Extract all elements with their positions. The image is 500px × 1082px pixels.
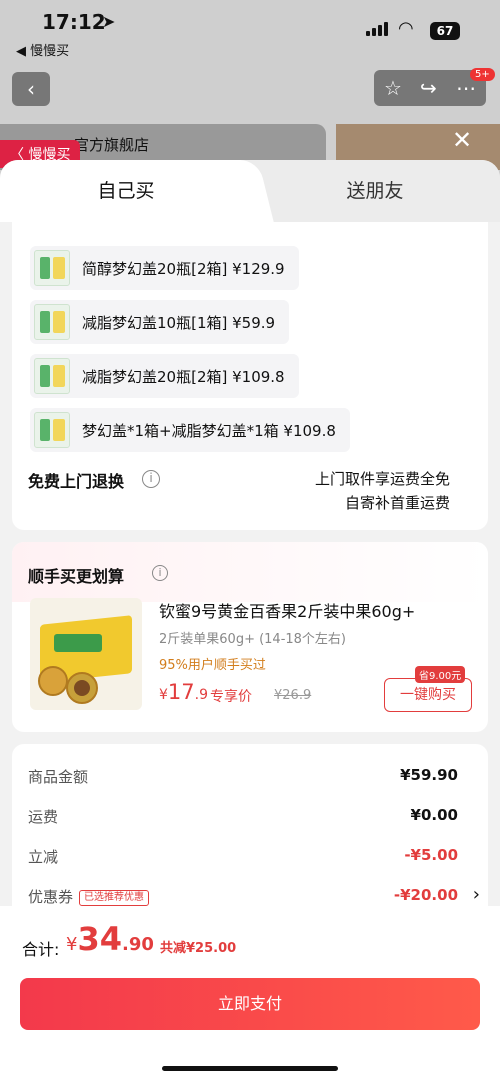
tab-bar: 自己买 送朋友 — [0, 160, 500, 222]
return-title: 免费上门退换 — [28, 472, 125, 491]
back-to-app-link[interactable]: ◀ 慢慢买 — [16, 40, 69, 59]
save-badge: 省9.00元 — [415, 666, 466, 683]
back-button[interactable]: ‹ — [12, 72, 50, 106]
addon-product-image[interactable] — [30, 598, 142, 710]
star-icon[interactable]: ☆ — [384, 76, 402, 100]
tab-gift-friend[interactable]: 送朋友 — [270, 160, 480, 222]
wifi-icon: ◠ — [398, 18, 414, 39]
addon-product-spec: 2斤装单果60g+ (14-18个左右) — [159, 632, 347, 647]
status-bar: 17:12 ➤ ◠ 67 — [0, 0, 500, 44]
pay-now-button[interactable]: 立即支付 — [20, 978, 480, 1030]
currency: ¥ — [159, 687, 168, 703]
option-label: 简醇梦幻盖20瓶[2箱] ¥129.9 — [82, 259, 285, 278]
location-arrow-icon: ➤ — [102, 12, 116, 31]
close-icon[interactable]: ✕ — [452, 126, 472, 154]
summary-label: 立减 — [28, 848, 59, 866]
exclusive-label: 专享价 — [210, 689, 252, 705]
info-icon[interactable]: i — [142, 470, 160, 488]
option-label: 梦幻盖*1箱+减脂梦幻盖*1箱 ¥109.8 — [82, 421, 336, 440]
addon-popularity: 95%用户顺手买过 — [159, 658, 266, 673]
share-icon[interactable]: ↪ — [420, 76, 437, 100]
options-card: 简醇梦幻盖20瓶[2箱] ¥129.9 减脂梦幻盖10瓶[1箱] ¥59.9 减… — [12, 222, 488, 530]
price-summary-card: 商品金额 ¥59.90 运费 ¥0.00 立减 -¥5.00 优惠券 已选推荐优惠 -¥2… — [12, 744, 488, 924]
tab-label: 送朋友 — [346, 180, 404, 202]
product-thumb — [34, 250, 70, 286]
coupon-tag: 已选推荐优惠 — [79, 889, 150, 906]
total-label: 合计: — [22, 940, 60, 959]
tab-self-buy[interactable]: 自己买 — [0, 160, 252, 222]
tab-label: 自己买 — [97, 180, 155, 202]
summary-row-coupon[interactable]: 优惠券 已选推荐优惠 -¥20.00 › — [28, 884, 480, 907]
addon-product-name[interactable]: 钦蜜9号黄金百香果2斤装中果60g+ — [159, 598, 415, 622]
fruit-shape — [38, 666, 68, 696]
option-label: 减脂梦幻盖20瓶[2箱] ¥109.8 — [82, 367, 285, 386]
option-chip[interactable]: 梦幻盖*1箱+减脂梦幻盖*1箱 ¥109.8 — [30, 408, 350, 452]
checkout-bar: 合计: ¥34.90 共减¥25.00 立即支付 — [0, 906, 500, 1082]
summary-value: -¥5.00 — [404, 846, 458, 864]
summary-label: 优惠券 — [28, 888, 74, 906]
option-chip[interactable]: 减脂梦幻盖20瓶[2箱] ¥109.8 — [30, 354, 299, 398]
product-thumb — [34, 412, 70, 448]
option-chip[interactable]: 减脂梦幻盖10瓶[1箱] ¥59.9 — [30, 300, 290, 344]
summary-label: 运费 — [28, 808, 59, 826]
price-decimal: .9 — [194, 687, 209, 703]
return-line-2: 自寄补首重运费 — [344, 494, 450, 512]
summary-row-goods: 商品金额 ¥59.90 — [28, 766, 458, 787]
currency: ¥ — [66, 934, 78, 955]
price-integer: 17 — [167, 680, 195, 704]
total-savings: 共减¥25.00 — [160, 941, 237, 956]
summary-row-discount: 立减 -¥5.00 — [28, 846, 458, 867]
summary-row-shipping: 运费 ¥0.00 — [28, 806, 458, 827]
fruit-half-shape — [66, 672, 98, 704]
summary-value: ¥0.00 — [410, 806, 458, 824]
chevron-right-icon[interactable]: › — [473, 884, 480, 905]
notification-badge: 5+ — [470, 68, 495, 81]
store-name: 官方旗舰店 — [74, 136, 150, 154]
original-price: ¥26.9 — [274, 688, 312, 703]
fruit-box-label — [54, 634, 102, 652]
info-icon[interactable]: i — [152, 565, 168, 581]
signal-icon — [366, 22, 388, 36]
product-thumb — [34, 304, 70, 340]
addon-title: 顺手买更划算 — [28, 567, 125, 586]
summary-label: 商品金额 — [28, 768, 89, 786]
total-integer: 34 — [77, 920, 122, 958]
battery-icon: 67 — [430, 22, 460, 40]
status-time: 17:12 — [42, 10, 106, 34]
total-amount: ¥34.90 — [66, 920, 154, 958]
option-label: 减脂梦幻盖10瓶[1箱] ¥59.9 — [82, 313, 276, 332]
home-indicator[interactable] — [162, 1066, 338, 1071]
summary-value: ¥59.90 — [400, 766, 458, 784]
addon-price: ¥17.9 — [159, 680, 208, 704]
one-click-buy-button[interactable]: 一键购买 — [384, 678, 472, 712]
return-line-1: 上门取件享运费全免 — [314, 470, 450, 488]
total-decimal: .90 — [121, 934, 154, 955]
addon-card: 顺手买更划算 i 钦蜜9号黄金百香果2斤装中果60g+ 2斤装单果60g+ (1… — [12, 542, 488, 732]
option-chip[interactable]: 简醇梦幻盖20瓶[2箱] ¥129.9 — [30, 246, 299, 290]
product-thumb — [34, 358, 70, 394]
summary-value: -¥20.00 — [393, 886, 458, 904]
